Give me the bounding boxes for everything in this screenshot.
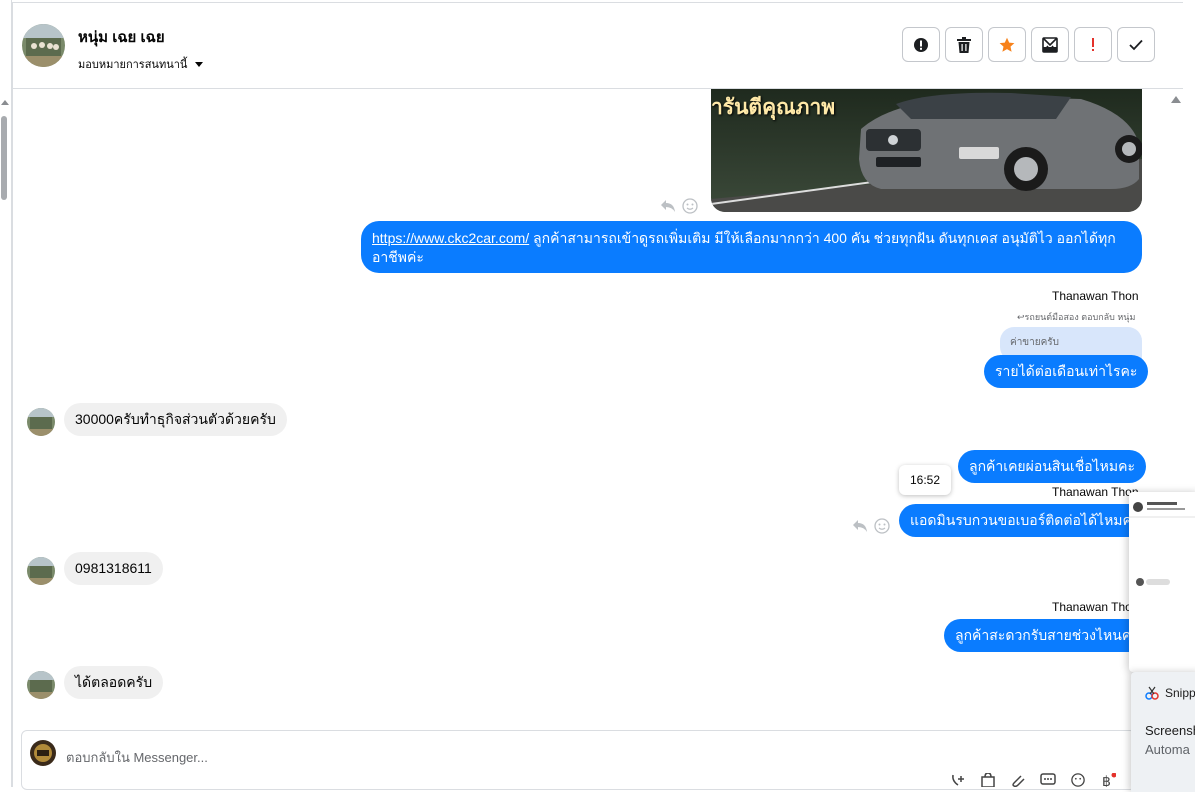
link-message-text-line2: อาชีพค่ะ (372, 249, 424, 265)
composer-toolbar: ฿ (950, 773, 1116, 787)
emoji-icon[interactable] (1070, 773, 1086, 787)
message-actions (660, 198, 698, 214)
car-image-attachment[interactable]: ารันตีคุณภาพ (711, 89, 1142, 212)
star-button[interactable] (988, 27, 1026, 62)
timestamp-tooltip: 16:52 (899, 465, 951, 495)
contact-message-avatar[interactable] (27, 557, 55, 585)
react-emoji-icon[interactable] (682, 198, 698, 214)
paperclip-icon[interactable] (1010, 773, 1026, 787)
snipping-notification-title: Screensh (1145, 723, 1195, 738)
report-spam-button[interactable] (902, 27, 940, 62)
contact-name: หนุ่ม เฉย เฉย (78, 29, 165, 46)
chat-scroll-up-arrow-icon[interactable] (1171, 96, 1181, 103)
snipping-notification[interactable]: Snipp Screensh Automa (1131, 672, 1195, 792)
conversation-header: หนุ่ม เฉย เฉย มอบหมายการสนทนานี้ (13, 3, 1183, 89)
reply-icon[interactable] (660, 199, 676, 213)
sender-name: Thanawan Thon (1052, 600, 1139, 614)
reply-note: ↩รถยนต์มือสอง ตอบกลับ หนุ่ม (1017, 312, 1136, 322)
exclamation-icon (1092, 37, 1094, 51)
snipping-app-header: Snipp (1145, 686, 1195, 700)
delete-button[interactable] (945, 27, 983, 62)
assign-conversation-dropdown[interactable]: มอบหมายการสนทนานี้ (78, 55, 204, 73)
payment-icon[interactable]: ฿ (1100, 773, 1116, 787)
scroll-up-arrow-icon[interactable] (1, 100, 9, 105)
contact-message-avatar[interactable] (27, 408, 55, 436)
follow-up-button[interactable] (1074, 27, 1112, 62)
snipping-notification-subtitle: Automa (1145, 742, 1190, 757)
sender-name: Thanawan Thon (1052, 289, 1139, 303)
envelope-icon (1042, 36, 1058, 53)
outgoing-link-message: https://www.ckc2car.com/ ลูกค้าสามารถเข้… (361, 221, 1142, 273)
shopping-bag-icon[interactable] (980, 773, 996, 787)
ckc2car-link[interactable]: https://www.ckc2car.com/ (372, 230, 529, 246)
mark-done-button[interactable] (1117, 27, 1155, 62)
car-banner-text: ารันตีคุณภาพ (711, 94, 836, 119)
snipping-tool-icon (1145, 686, 1159, 700)
contact-avatar[interactable] (22, 24, 65, 67)
snipping-preview-card[interactable] (1129, 492, 1195, 672)
star-icon (999, 37, 1015, 52)
outgoing-message: รายได้ต่อเดือนเท่าไรคะ (984, 355, 1149, 388)
outgoing-message: ลูกค้าสะดวกรับสายช่วงไหนคะ (944, 619, 1150, 652)
trash-icon (957, 36, 971, 53)
react-emoji-icon[interactable] (874, 518, 890, 534)
assign-label: มอบหมายการสนทนานี้ (78, 59, 188, 71)
page-avatar (30, 740, 56, 766)
mark-unread-button[interactable] (1031, 27, 1069, 62)
outgoing-message: ลูกค้าเคยผ่อนสินเชื่อไหมคะ (958, 450, 1147, 483)
exclamation-circle-icon (914, 37, 928, 52)
left-scrollbar[interactable] (0, 0, 12, 787)
svg-text:฿: ฿ (1102, 774, 1111, 787)
add-contact-icon[interactable] (950, 773, 966, 787)
incoming-message: 30000ครับทำธุกิจส่วนตัวด้วยครับ (64, 403, 287, 436)
incoming-message: 0981318611 (64, 552, 163, 585)
reply-icon[interactable] (852, 519, 868, 533)
message-actions (852, 518, 890, 534)
scrollbar-thumb[interactable] (1, 116, 7, 200)
reply-composer[interactable]: ตอบกลับใน Messenger... ฿ (21, 730, 1136, 790)
caret-down-icon (195, 61, 204, 67)
checkmark-icon (1129, 39, 1143, 50)
snipping-app-name: Snipp (1165, 686, 1195, 700)
outgoing-message: แอดมินรบกวนขอเบอร์ติดต่อได้ไหมคะ (899, 504, 1151, 537)
saved-replies-icon[interactable] (1040, 773, 1056, 787)
link-message-text-line1: ลูกค้าสามารถเข้าดูรถเพิ่มเติม มีให้เลือก… (529, 230, 1116, 246)
sender-name: Thanawan Thon (1052, 485, 1139, 499)
incoming-message: ได้ตลอดครับ (64, 666, 164, 699)
reply-arrow-icon: ↩ (1017, 312, 1025, 322)
contact-message-avatar[interactable] (27, 671, 55, 699)
reply-input-placeholder[interactable]: ตอบกลับใน Messenger... (66, 747, 208, 768)
